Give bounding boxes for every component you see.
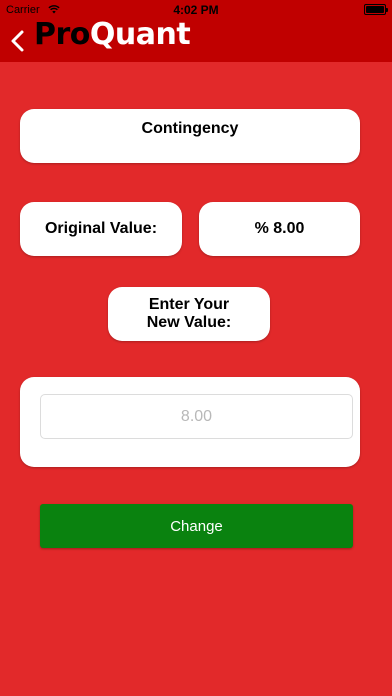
change-button[interactable]: Change xyxy=(40,504,353,548)
page-title: Contingency xyxy=(141,120,239,137)
logo-pro-text: Pro xyxy=(34,17,90,52)
logo-quant-text: Quant xyxy=(89,17,191,52)
original-value-label: Original Value: xyxy=(44,220,158,237)
original-value-label-card: Original Value: xyxy=(20,202,182,256)
proquant-logo: ProQuant xyxy=(34,17,191,57)
original-value: % 8.00 xyxy=(254,220,305,237)
chevron-left-icon xyxy=(11,30,24,52)
clock: 4:02 PM xyxy=(173,3,219,17)
prompt-line-2: New Value: xyxy=(146,314,232,331)
back-button[interactable] xyxy=(8,28,30,54)
prompt-line-1: Enter Your xyxy=(148,296,230,313)
new-value-prompt-card: Enter Your New Value: xyxy=(108,287,270,341)
new-value-input[interactable] xyxy=(40,394,353,439)
new-value-prompt: Enter Your New Value: xyxy=(147,296,231,332)
title-card: Contingency xyxy=(20,109,360,163)
original-value-card: % 8.00 xyxy=(199,202,360,256)
battery-icon xyxy=(364,4,388,15)
